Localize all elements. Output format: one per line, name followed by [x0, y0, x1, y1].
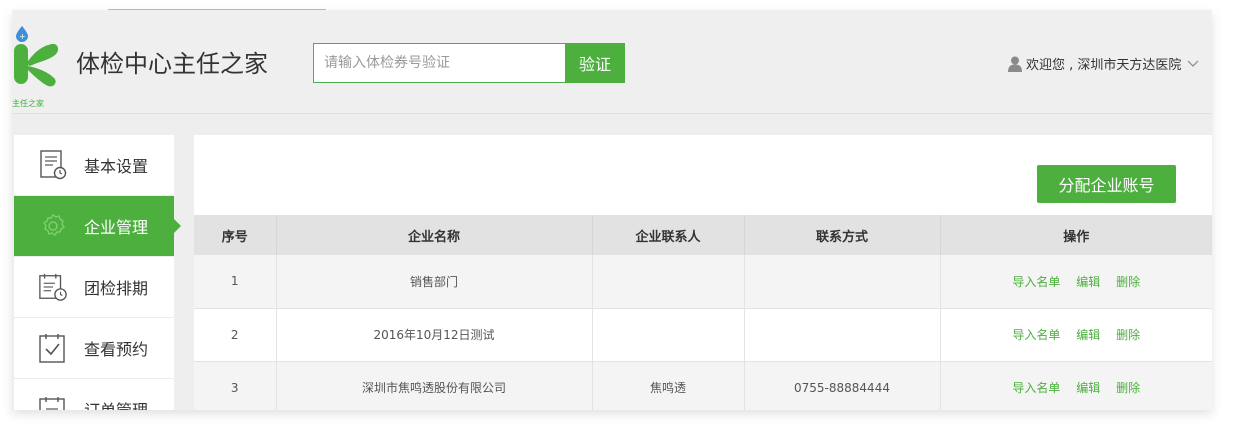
- import-list-link[interactable]: 导入名单: [1012, 381, 1060, 395]
- cell-contact: [592, 308, 745, 362]
- gear-icon: [38, 210, 68, 242]
- table-row: 2 2016年10月12日测试 导入名单 编辑 删除: [194, 308, 1212, 362]
- logo[interactable]: + 主任之家: [12, 26, 62, 108]
- table-row: 1 销售部门 导入名单 编辑 删除: [194, 255, 1212, 309]
- header: + 主任之家 体检中心主任之家 验证 欢迎您 , 深圳市天方达医院: [12, 10, 1212, 114]
- cell-contact: 焦鸣透: [592, 361, 745, 410]
- sidebar-item-enterprise[interactable]: 企业管理: [14, 196, 181, 257]
- edit-link[interactable]: 编辑: [1076, 381, 1100, 395]
- edit-link[interactable]: 编辑: [1076, 328, 1100, 342]
- cell-actions: 导入名单 编辑 删除: [940, 255, 1212, 309]
- sidebar-item-label: 团检排期: [84, 279, 149, 298]
- schedule-icon: [38, 271, 68, 303]
- sidebar-item-view-appointments[interactable]: 查看预约: [14, 318, 174, 379]
- enterprise-table: 序号 企业名称 企业联系人 联系方式 操作 1 销售部门 导入名单 编辑 删除: [194, 215, 1212, 410]
- cell-index: 2: [194, 308, 277, 362]
- cell-name: 深圳市焦鸣透股份有限公司: [276, 361, 593, 410]
- sidebar-item-label: 查看预约: [84, 340, 149, 359]
- cell-phone: [744, 308, 941, 362]
- table-header-row: 序号 企业名称 企业联系人 联系方式 操作: [194, 215, 1212, 255]
- app-title: 体检中心主任之家: [76, 50, 268, 78]
- sidebar-item-basic-settings[interactable]: 基本设置: [14, 135, 174, 196]
- logo-icon: +: [14, 26, 59, 87]
- sidebar-item-label: 企业管理: [84, 218, 149, 237]
- cell-phone: [744, 255, 941, 309]
- column-header-name: 企业名称: [276, 215, 593, 255]
- cell-index: 3: [194, 361, 277, 410]
- cell-index: 1: [194, 255, 277, 309]
- chevron-down-icon[interactable]: [1187, 60, 1199, 68]
- verify-button[interactable]: 验证: [565, 43, 625, 83]
- cell-name: 2016年10月12日测试: [276, 308, 593, 362]
- sidebar-item-label: 基本设置: [84, 157, 149, 176]
- column-header-actions: 操作: [940, 215, 1212, 255]
- edit-link[interactable]: 编辑: [1076, 275, 1100, 289]
- table-row: 3 深圳市焦鸣透股份有限公司 焦鸣透 0755-88884444 导入名单 编辑…: [194, 361, 1212, 410]
- cell-contact: [592, 255, 745, 309]
- voucher-search: 验证: [313, 43, 625, 83]
- cell-actions: 导入名单 编辑 删除: [940, 308, 1212, 362]
- assign-enterprise-account-button[interactable]: 分配企业账号: [1037, 165, 1176, 203]
- cell-phone: 0755-88884444: [744, 361, 941, 410]
- checklist-icon: [38, 332, 68, 364]
- logo-caption: 主任之家: [12, 99, 44, 108]
- user-menu[interactable]: 欢迎您 , 深圳市天方达医院: [1008, 54, 1199, 73]
- user-icon: [1008, 56, 1022, 72]
- sidebar: 基本设置 企业管理 团检排期 查看预约: [14, 135, 181, 410]
- delete-link[interactable]: 删除: [1116, 381, 1140, 395]
- sidebar-item-label: 订单管理: [84, 397, 148, 410]
- main-panel: 分配企业账号 序号 企业名称 企业联系人 联系方式 操作 1 销售部门 导入名单…: [194, 135, 1212, 410]
- app-window: + 主任之家 体检中心主任之家 验证 欢迎您 , 深圳市天方达医院: [12, 10, 1212, 410]
- svg-text:+: +: [19, 32, 26, 41]
- sidebar-item-orders[interactable]: 订单管理: [14, 379, 174, 410]
- voucher-search-input[interactable]: [313, 43, 565, 83]
- cell-name: 销售部门: [276, 255, 593, 309]
- cell-actions: 导入名单 编辑 删除: [940, 361, 1212, 410]
- delete-link[interactable]: 删除: [1116, 328, 1140, 342]
- column-header-contact: 企业联系人: [592, 215, 745, 255]
- import-list-link[interactable]: 导入名单: [1012, 328, 1060, 342]
- user-greeting: 欢迎您 , 深圳市天方达医院: [1026, 58, 1182, 73]
- order-icon: [38, 393, 68, 410]
- column-header-index: 序号: [194, 215, 277, 255]
- import-list-link[interactable]: 导入名单: [1012, 275, 1060, 289]
- sidebar-item-group-schedule[interactable]: 团检排期: [14, 257, 174, 318]
- delete-link[interactable]: 删除: [1116, 275, 1140, 289]
- column-header-phone: 联系方式: [744, 215, 941, 255]
- settings-doc-icon: [38, 149, 68, 181]
